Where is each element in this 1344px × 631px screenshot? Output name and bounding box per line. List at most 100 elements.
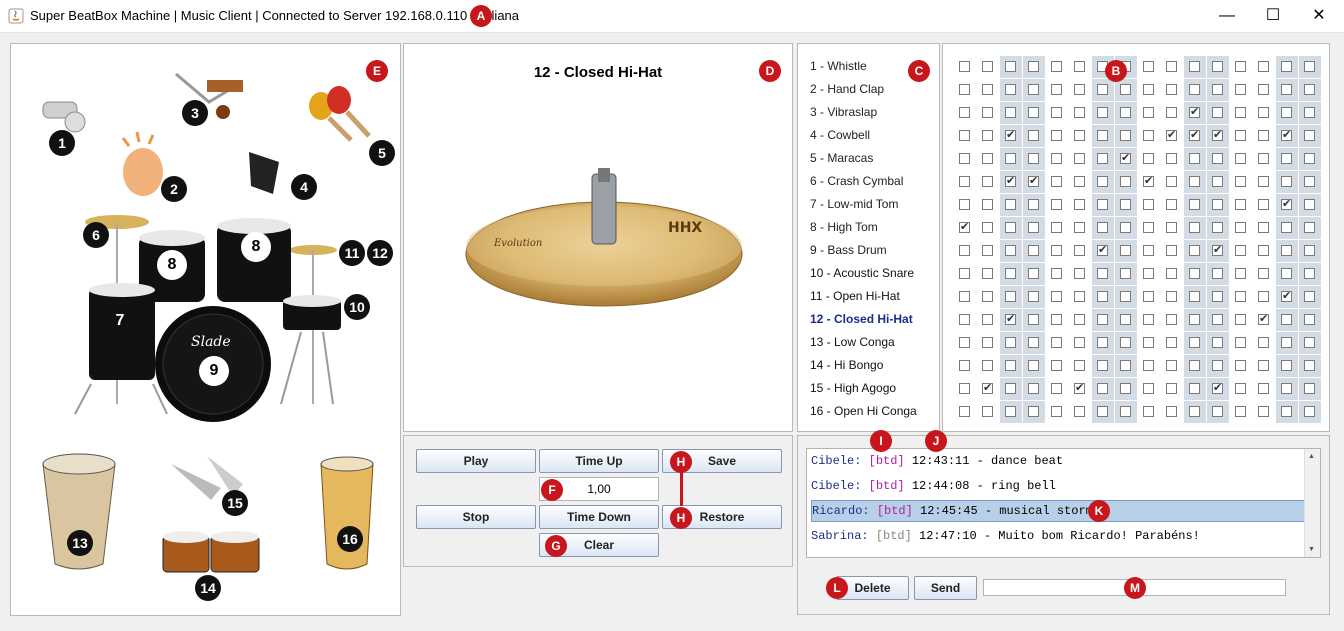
beat-checkbox[interactable] bbox=[1143, 337, 1154, 348]
beat-checkbox[interactable] bbox=[1051, 314, 1062, 325]
beat-checkbox[interactable] bbox=[1258, 222, 1269, 233]
beat-checkbox[interactable] bbox=[1074, 314, 1085, 325]
instrument-item[interactable]: 2 - Hand Clap bbox=[810, 82, 884, 96]
beat-checkbox[interactable] bbox=[1281, 107, 1292, 118]
beat-checkbox[interactable] bbox=[1120, 245, 1131, 256]
beat-checkbox[interactable] bbox=[1097, 291, 1108, 302]
send-button[interactable]: Send bbox=[914, 576, 977, 600]
beat-checkbox[interactable] bbox=[959, 383, 970, 394]
beat-checkbox[interactable] bbox=[1212, 291, 1223, 302]
beat-checkbox[interactable] bbox=[1235, 107, 1246, 118]
beat-checkbox[interactable] bbox=[1028, 406, 1039, 417]
beat-checkbox[interactable] bbox=[1304, 245, 1315, 256]
beat-checkbox[interactable] bbox=[1120, 383, 1131, 394]
beat-checkbox[interactable] bbox=[1097, 360, 1108, 371]
beat-checkbox[interactable] bbox=[982, 314, 993, 325]
beat-checkbox[interactable] bbox=[1143, 107, 1154, 118]
beat-checkbox[interactable] bbox=[1143, 153, 1154, 164]
beat-checkbox[interactable] bbox=[959, 268, 970, 279]
beat-checkbox[interactable] bbox=[1189, 153, 1200, 164]
beat-checkbox[interactable] bbox=[1120, 84, 1131, 95]
beat-checkbox[interactable] bbox=[1143, 406, 1154, 417]
beat-checkbox[interactable] bbox=[1166, 268, 1177, 279]
beat-checkbox[interactable] bbox=[1028, 360, 1039, 371]
beat-checkbox[interactable] bbox=[1212, 84, 1223, 95]
beat-checkbox[interactable]: ✔ bbox=[1005, 130, 1016, 141]
beat-checkbox[interactable] bbox=[1005, 153, 1016, 164]
beat-checkbox[interactable] bbox=[1235, 406, 1246, 417]
beat-checkbox[interactable] bbox=[982, 61, 993, 72]
chat-message[interactable]: Cibele: [btd] 12:44:08 - ring bell bbox=[811, 475, 1305, 497]
beat-checkbox[interactable] bbox=[1258, 61, 1269, 72]
time-down-button[interactable]: Time Down bbox=[539, 505, 659, 529]
beat-checkbox[interactable] bbox=[1189, 360, 1200, 371]
instrument-item[interactable]: 7 - Low-mid Tom bbox=[810, 197, 898, 211]
beat-checkbox[interactable] bbox=[1051, 199, 1062, 210]
instrument-item[interactable]: 16 - Open Hi Conga bbox=[810, 404, 917, 418]
beat-checkbox[interactable] bbox=[959, 337, 970, 348]
beat-checkbox[interactable] bbox=[1074, 199, 1085, 210]
beat-checkbox[interactable] bbox=[1005, 222, 1016, 233]
beat-checkbox[interactable] bbox=[1143, 360, 1154, 371]
beat-checkbox[interactable] bbox=[1074, 291, 1085, 302]
beat-checkbox[interactable]: ✔ bbox=[1212, 130, 1223, 141]
beat-checkbox[interactable] bbox=[1143, 291, 1154, 302]
beat-checkbox[interactable] bbox=[1143, 314, 1154, 325]
beat-checkbox[interactable] bbox=[1304, 222, 1315, 233]
beat-checkbox[interactable] bbox=[1212, 268, 1223, 279]
beat-checkbox[interactable] bbox=[1235, 383, 1246, 394]
beat-checkbox[interactable] bbox=[1281, 222, 1292, 233]
beat-checkbox[interactable] bbox=[1120, 360, 1131, 371]
beat-checkbox[interactable] bbox=[1028, 153, 1039, 164]
beat-checkbox[interactable] bbox=[1166, 61, 1177, 72]
beat-checkbox[interactable] bbox=[1097, 337, 1108, 348]
beat-checkbox[interactable] bbox=[959, 314, 970, 325]
beat-checkbox[interactable] bbox=[959, 84, 970, 95]
beat-checkbox[interactable] bbox=[982, 245, 993, 256]
beat-checkbox[interactable] bbox=[1304, 360, 1315, 371]
beat-checkbox[interactable] bbox=[1143, 84, 1154, 95]
beat-checkbox[interactable] bbox=[1051, 61, 1062, 72]
beat-checkbox[interactable] bbox=[1074, 84, 1085, 95]
beat-checkbox[interactable] bbox=[1097, 268, 1108, 279]
instrument-item[interactable]: 10 - Acoustic Snare bbox=[810, 266, 914, 280]
beat-checkbox[interactable] bbox=[1304, 337, 1315, 348]
beat-checkbox[interactable]: ✔ bbox=[1005, 176, 1016, 187]
beat-checkbox[interactable] bbox=[1166, 153, 1177, 164]
beat-checkbox[interactable] bbox=[1051, 84, 1062, 95]
beat-checkbox[interactable] bbox=[1051, 222, 1062, 233]
beat-checkbox[interactable] bbox=[1166, 176, 1177, 187]
beat-checkbox[interactable] bbox=[1005, 291, 1016, 302]
chat-scrollbar[interactable]: ▲ ▼ bbox=[1304, 449, 1320, 557]
beat-checkbox[interactable] bbox=[1258, 360, 1269, 371]
beat-checkbox[interactable] bbox=[1189, 245, 1200, 256]
beat-checkbox[interactable] bbox=[1028, 337, 1039, 348]
beat-checkbox[interactable] bbox=[1235, 360, 1246, 371]
beat-checkbox[interactable] bbox=[1074, 61, 1085, 72]
beat-checkbox[interactable] bbox=[1304, 107, 1315, 118]
beat-checkbox[interactable] bbox=[1258, 84, 1269, 95]
beat-checkbox[interactable] bbox=[1074, 406, 1085, 417]
beat-checkbox[interactable] bbox=[1212, 314, 1223, 325]
instrument-item[interactable]: 13 - Low Conga bbox=[810, 335, 895, 349]
beat-checkbox[interactable] bbox=[1005, 383, 1016, 394]
chat-message[interactable]: Sabrina: [btd] 12:47:10 - Muito bom Rica… bbox=[811, 525, 1305, 547]
beat-checkbox[interactable] bbox=[1235, 199, 1246, 210]
instrument-item[interactable]: 11 - Open Hi-Hat bbox=[810, 289, 900, 303]
beat-checkbox[interactable] bbox=[1189, 337, 1200, 348]
instrument-item[interactable]: 1 - Whistle bbox=[810, 59, 867, 73]
beat-checkbox[interactable] bbox=[1235, 61, 1246, 72]
beat-checkbox[interactable]: ✔ bbox=[1212, 245, 1223, 256]
beat-checkbox[interactable] bbox=[1304, 61, 1315, 72]
beat-checkbox[interactable] bbox=[1212, 406, 1223, 417]
beat-checkbox[interactable] bbox=[1028, 222, 1039, 233]
beat-checkbox[interactable] bbox=[1005, 61, 1016, 72]
beat-checkbox[interactable] bbox=[1097, 130, 1108, 141]
beat-checkbox[interactable] bbox=[1258, 406, 1269, 417]
beat-checkbox[interactable]: ✔ bbox=[1281, 199, 1292, 210]
beat-checkbox[interactable] bbox=[959, 245, 970, 256]
instrument-item[interactable]: 12 - Closed Hi-Hat bbox=[810, 312, 913, 326]
instrument-item[interactable]: 14 - Hi Bongo bbox=[810, 358, 883, 372]
beat-checkbox[interactable] bbox=[982, 222, 993, 233]
beat-checkbox[interactable] bbox=[1281, 84, 1292, 95]
